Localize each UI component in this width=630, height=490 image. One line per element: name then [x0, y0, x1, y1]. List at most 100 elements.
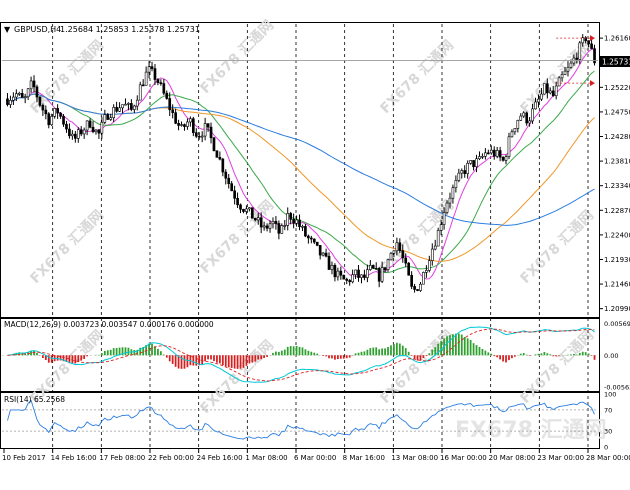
candle-body: [109, 117, 113, 120]
x-tick-label: 1 Mar 08:00: [245, 454, 287, 462]
candle-body: [144, 71, 148, 86]
candle-body: [29, 80, 33, 90]
candle-body: [551, 90, 555, 97]
x-tick-label: 8 Mar 16:00: [343, 454, 385, 462]
candle-body: [501, 156, 505, 161]
candle-body: [295, 219, 298, 224]
candle-body: [236, 198, 239, 206]
candle-body: [345, 278, 349, 281]
candle-body: [94, 129, 98, 133]
candle-body: [106, 114, 110, 120]
candle-body: [268, 223, 272, 229]
candle-body: [259, 217, 263, 228]
candle-body: [374, 267, 378, 270]
candle-body: [463, 170, 467, 174]
candle-body: [457, 172, 461, 181]
x-tick-label: 6 Mar 00:00: [294, 454, 336, 462]
candle-body: [9, 99, 12, 105]
candle-body: [174, 112, 177, 124]
candle-body: [82, 129, 86, 135]
candle-body: [14, 93, 18, 98]
candle-body: [38, 96, 42, 106]
x-tick-label: 17 Feb 08:00: [99, 454, 145, 462]
macd-title: MACD(12,26,9) 0.003723 0.003547 0.000176…: [4, 320, 214, 329]
candle-body: [569, 62, 573, 68]
candle-body: [189, 118, 192, 123]
candle-body: [401, 250, 405, 259]
candle-body: [425, 270, 428, 273]
candle-body: [380, 267, 384, 282]
candle-body: [466, 162, 470, 174]
candle-body: [65, 123, 68, 130]
y-tick-label: 1.24750: [604, 108, 630, 116]
candle-body: [200, 135, 204, 138]
y-tick-label: 1.21930: [604, 256, 630, 264]
candle-body: [168, 98, 172, 111]
x-tick-label: 24 Feb 16:00: [197, 454, 243, 462]
y-tick-label: 1.23810: [604, 158, 630, 166]
candle-body: [91, 127, 95, 133]
candle-body: [12, 96, 15, 101]
y-tick-label: 1.23340: [604, 182, 630, 190]
macd-y-tick-label: 0.005697: [604, 320, 630, 328]
symbol-dropdown-icon[interactable]: ▼: [4, 25, 11, 34]
candle-body: [575, 57, 579, 60]
ohlc-label: 1.25684 1.25853 1.25378 1.25731: [60, 25, 200, 34]
candle-body: [498, 150, 502, 158]
candle-body: [545, 83, 549, 94]
candle-body: [183, 124, 186, 127]
candle-body: [88, 120, 92, 128]
x-tick-label: 23 Mar 00:00: [537, 454, 584, 462]
price-panel-frame: [0, 22, 600, 318]
candle-body: [138, 84, 142, 101]
candle-body: [312, 238, 316, 243]
candle-body: [354, 269, 357, 275]
candle-body: [156, 79, 160, 83]
candle-body: [422, 272, 425, 285]
candle-body: [76, 129, 80, 139]
candle-body: [130, 103, 133, 110]
candle-body: [360, 274, 363, 278]
candle-body: [433, 245, 437, 250]
x-tick-label: 14 Feb 16:00: [51, 454, 97, 462]
candle-body: [79, 129, 83, 135]
candle-body: [336, 270, 340, 278]
candle-body: [242, 209, 245, 212]
candle-body: [274, 221, 278, 224]
candle-body: [404, 257, 408, 264]
candle-body: [495, 150, 499, 157]
candle-body: [153, 68, 157, 80]
candle-body: [103, 114, 107, 123]
candle-body: [292, 219, 295, 224]
candle-body: [442, 212, 446, 225]
candle-body: [41, 105, 45, 111]
candle-body: [590, 43, 593, 49]
candle-body: [330, 264, 334, 270]
candle-body: [587, 40, 590, 45]
candle-body: [531, 108, 534, 122]
candle-body: [26, 88, 30, 98]
candle-body: [165, 92, 169, 99]
candle-body: [342, 274, 346, 280]
x-tick-label: 22 Feb 00:00: [148, 454, 194, 462]
candle-body: [280, 225, 284, 234]
candle-body: [534, 101, 537, 110]
candle-body: [543, 83, 546, 95]
candle-body: [289, 213, 293, 220]
candle-body: [566, 66, 570, 72]
candle-body: [460, 170, 464, 174]
candle-body: [398, 242, 402, 251]
candle-body: [180, 124, 183, 126]
candle-body: [304, 226, 307, 237]
candle-body: [221, 158, 225, 173]
candle-body: [451, 187, 455, 199]
rsi-y-tick-label: 70: [604, 406, 612, 414]
candle-body: [439, 224, 443, 231]
candle-body: [413, 286, 416, 290]
rsi-y-tick-label: 30: [604, 428, 612, 436]
rsi-y-tick-label: 100: [604, 391, 616, 399]
candle-body: [56, 108, 59, 114]
candle-body: [17, 93, 21, 95]
candle-body: [147, 66, 151, 73]
candle-body: [50, 116, 54, 126]
